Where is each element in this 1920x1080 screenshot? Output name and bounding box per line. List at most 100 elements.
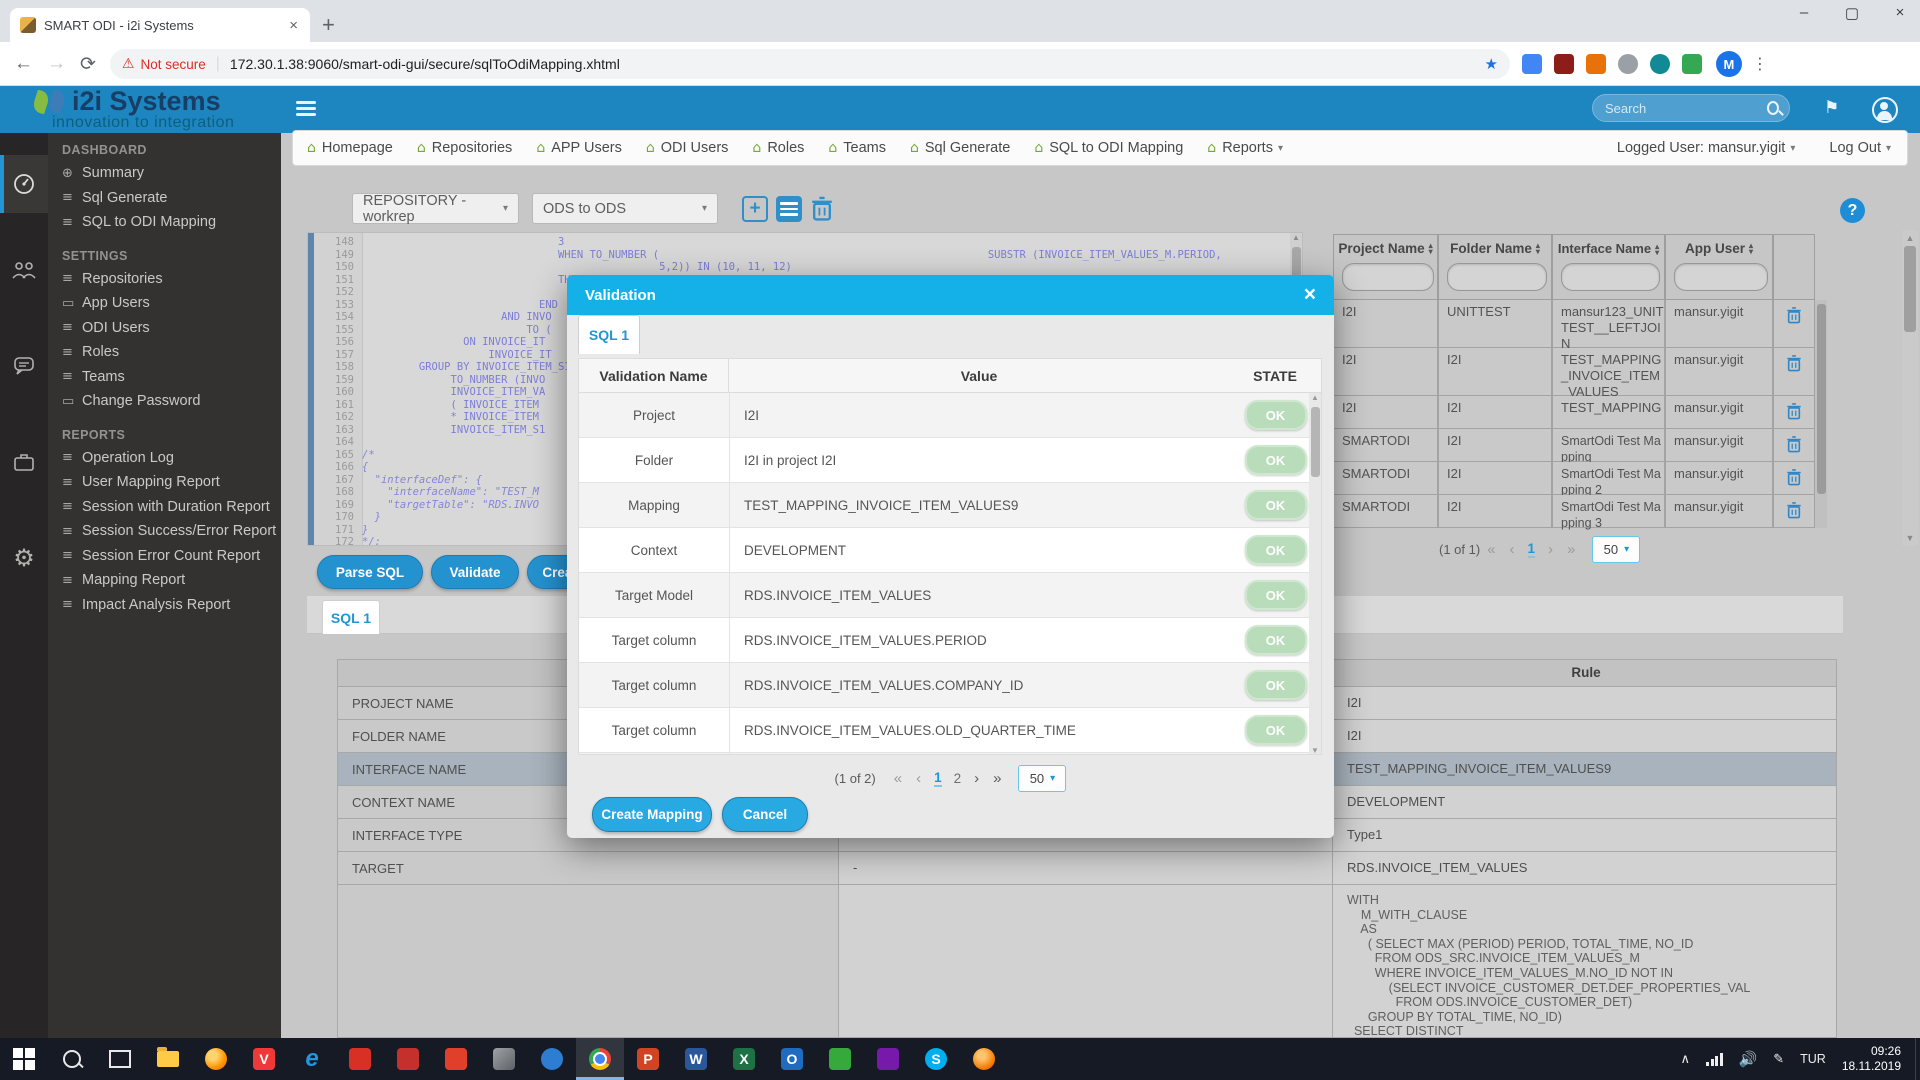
nav-repositories[interactable]: ⌂Repositories: [417, 140, 512, 156]
cell-folder[interactable]: I2I: [1438, 348, 1552, 396]
cell-delete[interactable]: [1773, 462, 1815, 495]
nav-sql-generate[interactable]: ⌂Sql Generate: [910, 140, 1010, 156]
cell-project[interactable]: SMARTODI: [1333, 495, 1438, 528]
sort-icon[interactable]: ▴▾: [1429, 243, 1433, 255]
paginator-page-1[interactable]: 1: [934, 770, 942, 787]
window-close-button[interactable]: ×: [1882, 4, 1918, 21]
app-orange-icon[interactable]: [960, 1038, 1008, 1080]
rows-per-page-select[interactable]: 50▾: [1018, 765, 1066, 792]
delete-trash-icon[interactable]: [810, 196, 834, 222]
cell-app-user[interactable]: mansur.yigit: [1665, 300, 1773, 348]
tray-expand-icon[interactable]: ∧: [1681, 1052, 1691, 1067]
col-state[interactable]: STATE: [1229, 359, 1321, 393]
nav-sql-to-odi-mapping[interactable]: ⌂SQL to ODI Mapping: [1034, 140, 1183, 156]
app-green-icon[interactable]: [816, 1038, 864, 1080]
cell-delete[interactable]: [1773, 429, 1815, 462]
app-red-1-icon[interactable]: [336, 1038, 384, 1080]
cell-project[interactable]: I2I: [1333, 396, 1438, 429]
cell-delete[interactable]: [1773, 495, 1815, 528]
cell-project[interactable]: I2I: [1333, 300, 1438, 348]
show-desktop-button[interactable]: [1915, 1038, 1920, 1080]
tab-sql1[interactable]: SQL 1: [322, 600, 380, 634]
repository-select[interactable]: REPOSITORY - workrep▾: [352, 193, 519, 224]
filter-input-project[interactable]: [1342, 263, 1434, 291]
sidebar-item-summary[interactable]: ⊕Summary: [62, 161, 281, 186]
forward-icon[interactable]: →: [47, 53, 66, 75]
cell-project[interactable]: I2I: [1333, 348, 1438, 396]
sidebar-item-session-duration-report[interactable]: ≡Session with Duration Report: [62, 495, 281, 520]
filter-input-folder[interactable]: [1447, 263, 1547, 291]
logged-user-menu[interactable]: Logged User: mansur.yigit▾: [1617, 140, 1795, 156]
sidebar-item-roles[interactable]: ≡Roles: [62, 340, 281, 365]
cell-app-user[interactable]: mansur.yigit: [1665, 429, 1773, 462]
reload-icon[interactable]: ⟳: [80, 53, 96, 76]
flag-icon[interactable]: ⚑: [1824, 98, 1839, 118]
sidebar-item-mapping-report[interactable]: ≡Mapping Report: [62, 568, 281, 593]
nav-homepage[interactable]: ⌂Homepage: [307, 140, 393, 156]
not-secure-warning-icon[interactable]: ⚠: [122, 56, 135, 72]
rows-per-page-select[interactable]: 50▾: [1592, 536, 1640, 563]
dialog-header[interactable]: Validation ×: [567, 275, 1334, 315]
app-red-2-icon[interactable]: [384, 1038, 432, 1080]
firefox-icon[interactable]: [192, 1038, 240, 1080]
extension-gray-icon[interactable]: [1618, 54, 1638, 74]
taskbar-clock[interactable]: 09:26 18.11.2019: [1842, 1044, 1901, 1074]
new-tab-button[interactable]: +: [322, 12, 335, 38]
extension-shield-icon[interactable]: [1554, 54, 1574, 74]
word-icon[interactable]: W: [672, 1038, 720, 1080]
bookmark-star-icon[interactable]: ★: [1484, 55, 1497, 73]
dialog-cancel-button[interactable]: Cancel: [722, 797, 808, 832]
sidebar-item-impact-analysis-report[interactable]: ≡Impact Analysis Report: [62, 593, 281, 618]
logout-menu[interactable]: Log Out▾: [1829, 140, 1891, 156]
extension-green-icon[interactable]: [1682, 54, 1702, 74]
sidebar-item-sql-generate[interactable]: ≡Sql Generate: [62, 186, 281, 211]
cell-folder[interactable]: I2I: [1438, 495, 1552, 528]
sidebar-item-operation-log[interactable]: ≡Operation Log: [62, 446, 281, 471]
mapping-type-select[interactable]: ODS to ODS▾: [532, 193, 718, 224]
sort-icon[interactable]: ▴▾: [1749, 243, 1753, 255]
cell-interface[interactable]: TEST_MAPPING_INVOICE_ITEM_VALUES: [1552, 348, 1665, 396]
scroll-down-icon[interactable]: ▼: [1902, 533, 1918, 543]
rail-settings-gear-icon[interactable]: ⚙: [0, 529, 48, 587]
rail-chat-icon[interactable]: [0, 337, 48, 395]
network-icon[interactable]: [1706, 1053, 1723, 1066]
paginator-last-icon[interactable]: »: [993, 770, 1001, 787]
taskbar-search-icon[interactable]: [48, 1038, 96, 1080]
omnibox[interactable]: ⚠ Not secure | 172.30.1.38:9060/smart-od…: [110, 49, 1510, 79]
cell-interface[interactable]: SmartOdi Test Mapping: [1552, 429, 1665, 462]
page-scrollbar[interactable]: ▲ ▼: [1902, 230, 1918, 546]
sidebar-item-odi-users[interactable]: ≡ODI Users: [62, 316, 281, 341]
paginator-last-icon[interactable]: »: [1567, 541, 1575, 558]
outlook-icon[interactable]: O: [768, 1038, 816, 1080]
cell-delete[interactable]: [1773, 300, 1815, 348]
cell-folder[interactable]: UNITTEST: [1438, 300, 1552, 348]
cell-app-user[interactable]: mansur.yigit: [1665, 462, 1773, 495]
sidebar-item-app-users[interactable]: ▭App Users: [62, 291, 281, 316]
edge-icon[interactable]: e: [288, 1038, 336, 1080]
sidebar-item-teams[interactable]: ≡Teams: [62, 365, 281, 390]
extension-teal-icon[interactable]: [1650, 54, 1670, 74]
parse-sql-button[interactable]: Parse SQL: [317, 555, 423, 589]
sidebar-item-session-success-error-report[interactable]: ≡Session Success/Error Report: [62, 519, 281, 544]
header-search[interactable]: [1592, 94, 1790, 122]
nav-roles[interactable]: ⌂Roles: [752, 140, 804, 156]
col-value[interactable]: Value: [729, 359, 1229, 393]
col-header-interface-name[interactable]: Interface Name▴▾: [1552, 234, 1665, 300]
dialog-create-mapping-button[interactable]: Create Mapping: [592, 797, 712, 832]
nav-app-users[interactable]: ⌂APP Users: [536, 140, 622, 156]
paginator-first-icon[interactable]: «: [1487, 541, 1495, 558]
sidebar-item-sql-to-odi-mapping[interactable]: ≡SQL to ODI Mapping: [62, 210, 281, 235]
extension-orange-icon[interactable]: [1586, 54, 1606, 74]
cell-folder[interactable]: I2I: [1438, 462, 1552, 495]
add-icon[interactable]: +: [742, 196, 768, 222]
app-red-3-icon[interactable]: [432, 1038, 480, 1080]
validation-table-scrollbar[interactable]: ▲ ▼: [1309, 393, 1321, 755]
cell-project[interactable]: SMARTODI: [1333, 462, 1438, 495]
rail-briefcase-icon[interactable]: [0, 433, 48, 491]
powerpoint-icon[interactable]: P: [624, 1038, 672, 1080]
task-view-icon[interactable]: [96, 1038, 144, 1080]
paginator-next-icon[interactable]: ›: [1548, 541, 1553, 558]
cell-interface[interactable]: mansur123_UNITTEST__LEFTJOIN: [1552, 300, 1665, 348]
file-explorer-icon[interactable]: [144, 1038, 192, 1080]
browser-tab[interactable]: SMART ODI - i2i Systems ×: [10, 8, 310, 42]
